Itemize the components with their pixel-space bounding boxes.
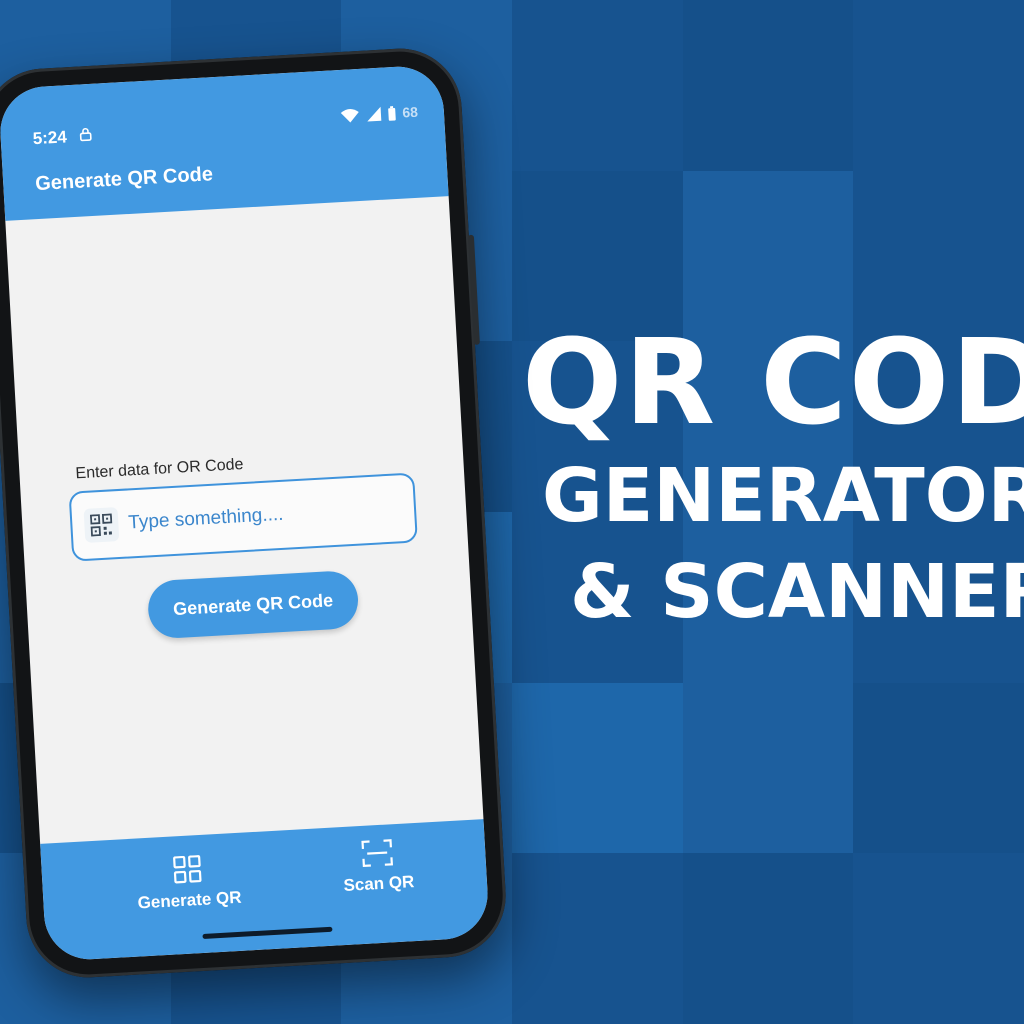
app-bar-title: Generate QR Code — [34, 163, 214, 196]
input-label: Enter data for OR Code — [75, 455, 244, 483]
qr-grid-icon — [173, 854, 202, 884]
status-icons: 68 — [340, 104, 418, 124]
wifi-icon — [341, 108, 360, 123]
signal-icon — [367, 106, 382, 122]
nav-label-generate-qr: Generate QR — [137, 887, 242, 913]
qr-data-input[interactable] — [125, 497, 371, 536]
app-bar: 5:24 68 Generate QR Code — [0, 64, 449, 221]
promo-line-1: QR COD — [522, 313, 1024, 451]
status-time: 5:24 — [32, 127, 68, 149]
home-indicator — [202, 926, 333, 939]
lock-icon — [79, 127, 92, 142]
phone-screen: 5:24 68 Generate QR Code Enter data for … — [0, 64, 491, 962]
promo-line-2: GENERATOR — [542, 453, 1024, 539]
qr-data-input-container[interactable] — [68, 472, 418, 562]
scan-frame-icon — [361, 839, 394, 868]
generate-qr-button[interactable]: Generate QR Code — [146, 569, 360, 640]
nav-label-scan-qr: Scan QR — [342, 872, 415, 896]
battery-level: 68 — [401, 103, 419, 121]
nav-item-scan-qr[interactable]: Scan QR — [297, 835, 460, 899]
promo-line-3: & SCANNER — [570, 549, 1024, 635]
phone-frame: 5:24 68 Generate QR Code Enter data for … — [0, 45, 510, 981]
content-area: Enter data for OR Code Type something...… — [5, 196, 483, 844]
phone-mockup: 5:24 68 Generate QR Code Enter data for … — [0, 45, 510, 981]
bottom-navigation: Generate QR Scan QR — [40, 819, 491, 962]
qr-code-icon — [83, 507, 120, 543]
promo-headline: QR COD GENERATOR & SCANNER — [520, 318, 1024, 634]
battery-icon — [388, 105, 397, 121]
nav-item-generate-qr[interactable]: Generate QR — [107, 851, 270, 915]
